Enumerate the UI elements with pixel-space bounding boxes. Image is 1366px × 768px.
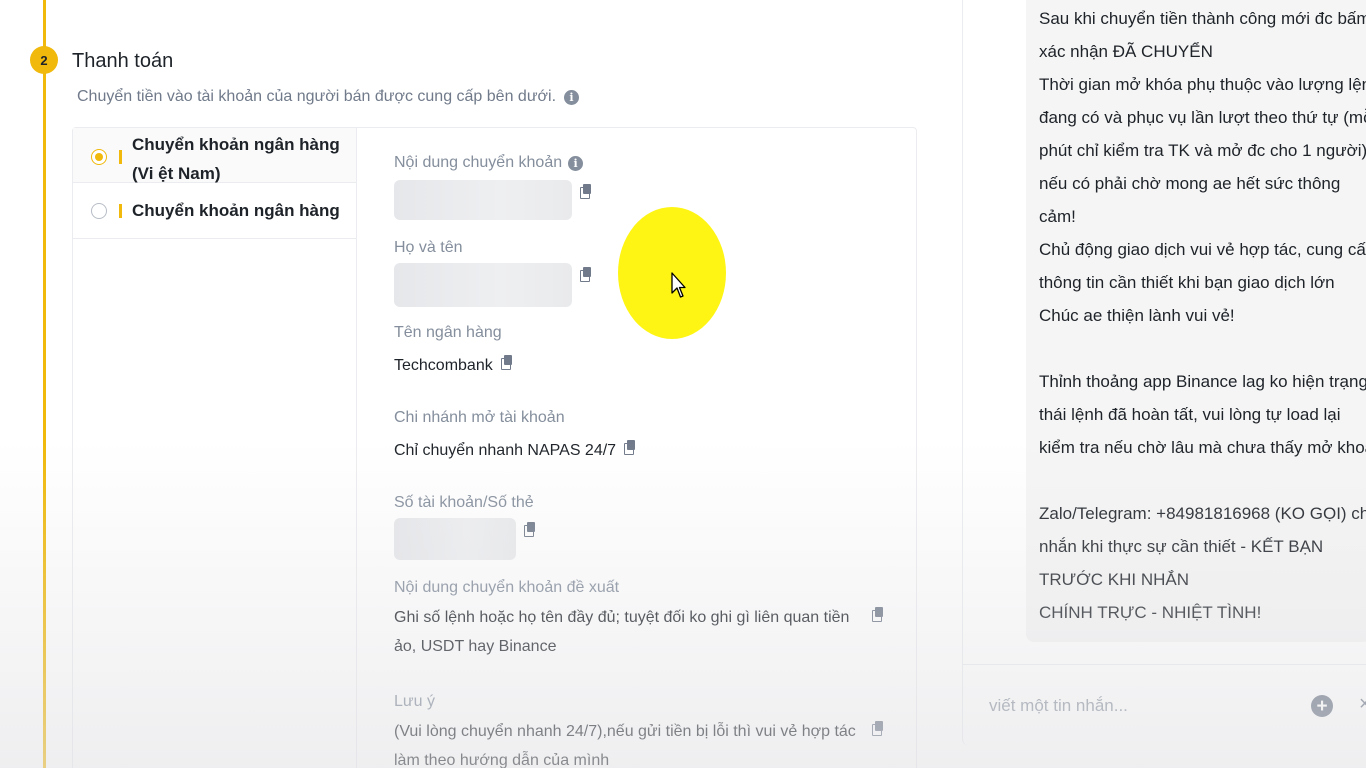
chat-message-line: thái lệnh đã hoàn tất, vui lòng tự load … <box>1039 405 1341 424</box>
chat-message-line: TRƯỚC KHI NHẮN <box>1039 570 1189 589</box>
copy-icon[interactable] <box>580 267 592 282</box>
copy-icon[interactable] <box>500 355 513 370</box>
field-transfer-content: Nội dung chuyển khoản i <box>394 154 914 220</box>
branch-value: Chỉ chuyển nhanh NAPAS 24/7 <box>394 442 617 459</box>
field-label: Tên ngân hàng <box>394 324 502 341</box>
info-icon[interactable]: i <box>564 89 580 105</box>
field-suggested-content: Nội dung chuyển khoản đề xuất Ghi số lện… <box>394 579 914 661</box>
chat-message-line: cảm! <box>1039 207 1076 226</box>
step-subtitle-text: Chuyển tiền vào tài khoản của người bán … <box>77 88 557 105</box>
chat-message-line: Sau khi chuyển tiền thành công mới đc bấ… <box>1039 9 1366 28</box>
payment-method-list: Chuyển khoản ngân hàng (Vi ệt Nam) Chuyể… <box>73 128 357 768</box>
note-value: (Vui lòng chuyển nhanh 24/7),nếu gửi tiề… <box>394 723 856 768</box>
step-progress-line <box>43 0 46 768</box>
chat-message-line: phút chỉ kiểm tra TK và mở đc cho 1 ngườ… <box>1039 141 1366 160</box>
info-icon[interactable]: i <box>568 155 584 171</box>
chat-message-line: Zalo/Telegram: +84981816968 (KO GỌI) chỉ <box>1039 504 1366 523</box>
suggested-content-value: Ghi số lệnh hoặc họ tên đầy đủ; tuyệt đố… <box>394 609 850 655</box>
chat-message-line: Thời gian mở khóa phụ thuộc vào lượng lệ… <box>1039 75 1366 94</box>
payment-method-bank[interactable]: Chuyển khoản ngân hàng <box>73 183 356 239</box>
chat-message-line: đang có và phục vụ lần lượt theo thứ tự … <box>1039 108 1366 127</box>
redacted-value <box>394 518 516 560</box>
p2p-order-page: 2 Thanh toán Chuyển tiền vào tài khoản c… <box>0 0 1366 768</box>
field-label: Số tài khoản/Số thẻ <box>394 494 534 511</box>
radio-unchecked-icon[interactable] <box>91 202 107 219</box>
field-full-name: Họ và tên <box>394 239 914 307</box>
close-icon[interactable]: × <box>1359 693 1366 716</box>
payment-method-label: Chuyển khoản ngân hàng (Vi ệt Nam) <box>132 135 340 183</box>
chat-message-line: thông tin cần thiết khi bạn giao dịch lớ… <box>1039 273 1335 292</box>
chat-message-line: kiểm tra nếu chờ lâu mà chưa thấy mở kho… <box>1039 438 1366 457</box>
chat-message-line: Thỉnh thoảng app Binance lag ko hiện trạ… <box>1039 372 1366 391</box>
payment-method-bank-vietnam[interactable]: Chuyển khoản ngân hàng (Vi ệt Nam) <box>73 128 356 183</box>
chat-message-bubble: Sau khi chuyển tiền thành công mới đc bấ… <box>1026 0 1366 642</box>
field-label: Chi nhánh mở tài khoản <box>394 409 565 426</box>
chat-message-line: CHÍNH TRỰC - NHIỆT TÌNH! <box>1039 603 1262 622</box>
chat-message-line: nếu có phải chờ mong ae hết sức thông <box>1039 174 1341 193</box>
field-label: Nội dung chuyển khoản đề xuất <box>394 579 620 596</box>
chat-panel: Sau khi chuyển tiền thành công mới đc bấ… <box>962 0 1366 745</box>
chat-composer: + × <box>963 664 1366 745</box>
copy-icon[interactable] <box>872 607 884 622</box>
step-subtitle: Chuyển tiền vào tài khoản của người bán … <box>77 88 580 106</box>
bank-name-value: Techcombank <box>394 357 493 374</box>
chat-message-line: xác nhận ĐÃ CHUYỂN <box>1039 42 1213 61</box>
field-note: Lưu ý (Vui lòng chuyển nhanh 24/7),nếu g… <box>394 693 914 768</box>
payment-method-label: Chuyển khoản ngân hàng <box>132 201 340 220</box>
payment-card: Chuyển khoản ngân hàng (Vi ệt Nam) Chuyể… <box>72 127 917 768</box>
step-title: Thanh toán <box>72 50 174 72</box>
redacted-value <box>394 180 572 220</box>
copy-icon[interactable] <box>524 522 536 537</box>
redacted-value <box>394 263 572 307</box>
chat-message-line <box>1039 464 1366 497</box>
radio-checked-icon[interactable] <box>91 149 107 165</box>
field-account-number: Số tài khoản/Số thẻ <box>394 494 914 560</box>
field-label: Lưu ý <box>394 693 435 710</box>
copy-icon[interactable] <box>872 721 884 736</box>
chat-message-line: Chúc ae thiện lành vui vẻ! <box>1039 306 1235 325</box>
chat-message-line: nhắn khi thực sự cần thiết - KẾT BẠN <box>1039 537 1324 556</box>
field-label: Họ và tên <box>394 239 463 256</box>
copy-icon[interactable] <box>580 184 592 199</box>
field-bank-name: Tên ngân hàng Techcombank <box>394 324 914 380</box>
method-accent-bar <box>119 203 122 218</box>
copy-icon[interactable] <box>624 440 636 455</box>
field-label: Nội dung chuyển khoản <box>394 154 563 171</box>
step-number-badge: 2 <box>30 46 58 74</box>
field-branch: Chi nhánh mở tài khoản Chỉ chuyển nhanh … <box>394 409 914 465</box>
chat-message-input[interactable] <box>987 691 1287 721</box>
chat-message-line <box>1039 332 1366 365</box>
plus-circle-icon[interactable]: + <box>1311 695 1333 717</box>
chat-message-line: Chủ động giao dịch vui vẻ hợp tác, cung … <box>1039 240 1366 259</box>
method-accent-bar <box>119 150 122 164</box>
mouse-cursor-icon <box>671 272 686 298</box>
